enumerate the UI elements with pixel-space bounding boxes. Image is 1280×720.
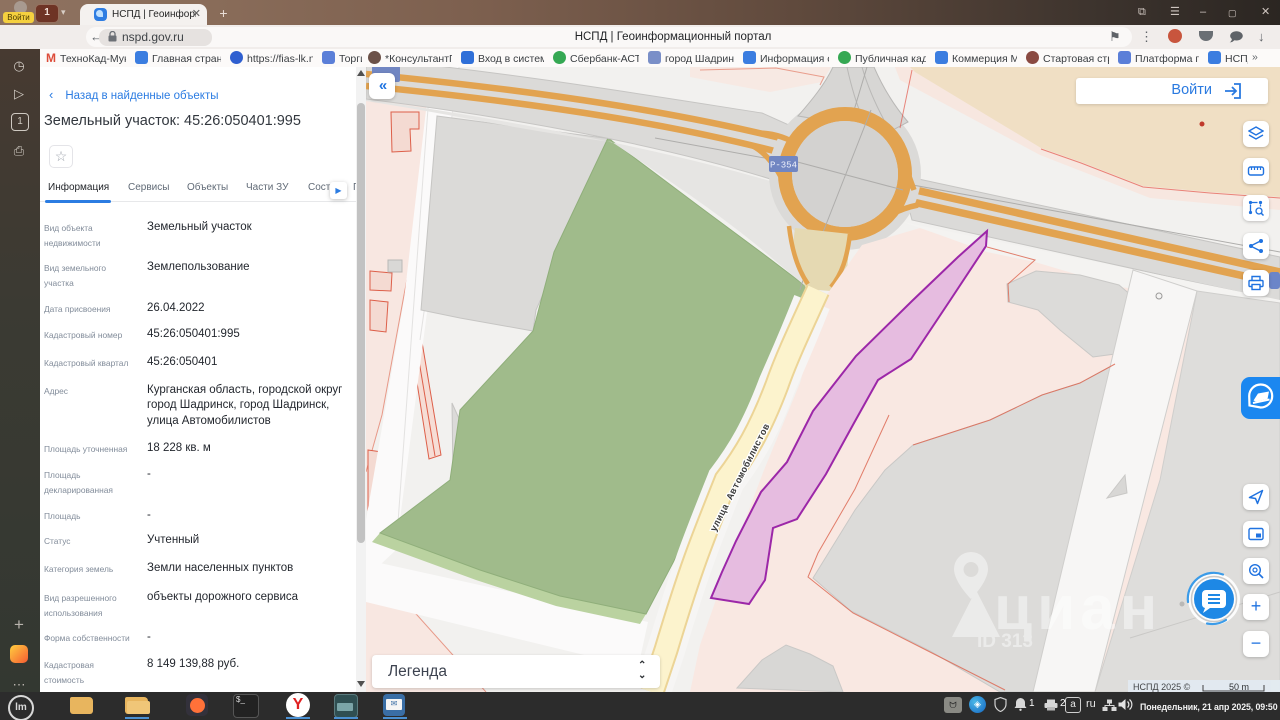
svg-text:ID 313: ID 313 [977,631,1033,652]
svg-text:Р-354: Р-354 [770,161,797,171]
